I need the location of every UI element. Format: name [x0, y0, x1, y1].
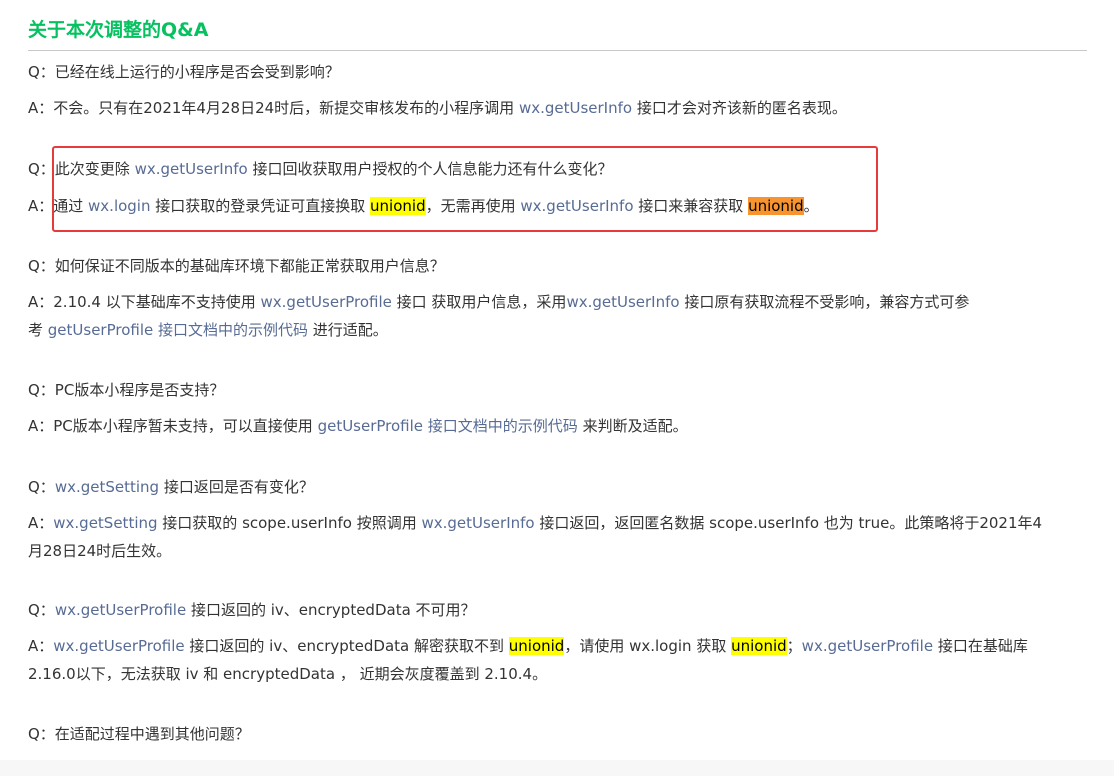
- answer-4: A：PC版本小程序暂未支持，可以直接使用 getUserProfile 接口文档…: [28, 415, 688, 437]
- getuserprofile-example-link[interactable]: getUserProfile 接口文档中的示例代码: [48, 321, 308, 339]
- answer-5-line-2: 月28日24时后生效。: [28, 542, 172, 560]
- answer-5-text: A：: [28, 514, 54, 532]
- question-5-text: Q：: [28, 478, 55, 496]
- question-6-text: Q：: [28, 601, 55, 619]
- answer-6-line-2: 2.16.0以下，无法获取 iv 和 encryptedData ， 近期会灰度…: [28, 665, 548, 683]
- answer-4-text: 来判断及适配。: [577, 417, 688, 435]
- wx-getuserinfo-link[interactable]: wx.getUserInfo: [519, 99, 632, 117]
- question-6-text: 接口返回的 iv、encryptedData 不可用？: [186, 601, 476, 619]
- answer-5-text: 接口返回，返回匿名数据 scope.userInfo 也为 true。此策略将于…: [534, 514, 1043, 532]
- answer-3-text: 考: [28, 321, 48, 339]
- wx-getsetting-link[interactable]: wx.getSetting: [55, 478, 159, 496]
- wx-getsetting-link[interactable]: wx.getSetting: [53, 514, 157, 532]
- answer-1: A：不会。只有在2021年4月28日24时后，新提交审核发布的小程序调用 wx.…: [28, 97, 847, 119]
- answer-1-text: A：不会。只有在2021年4月28日24时后，新提交审核发布的小程序调用: [28, 99, 519, 117]
- answer-5-text: 接口获取的 scope.userInfo 按照调用: [157, 514, 422, 532]
- answer-3-text: 进行适配。: [308, 321, 388, 339]
- answer-3-text: 接口 获取用户信息，采用: [391, 293, 567, 311]
- answer-1-text: 接口才会对齐该新的匿名表现。: [632, 99, 847, 117]
- unionid-highlight: unionid: [731, 637, 787, 655]
- question-3: Q：如何保证不同版本的基础库环境下都能正常获取用户信息？: [28, 257, 445, 275]
- answer-6-text: ；: [786, 637, 802, 655]
- unionid-highlight: unionid: [508, 637, 565, 655]
- getuserprofile-example-link[interactable]: getUserProfile 接口文档中的示例代码: [318, 417, 578, 435]
- wx-getuserprofile-link[interactable]: wx.getUserProfile: [53, 637, 184, 655]
- question-1: Q：已经在线上运行的小程序是否会受到影响？: [28, 63, 340, 81]
- answer-3-line-2: 考 getUserProfile 接口文档中的示例代码 进行适配。: [28, 319, 388, 341]
- wx-getuserprofile-link[interactable]: wx.getUserProfile: [261, 293, 392, 311]
- answer-3-text: A：2.10.4 以下基础库不支持使用: [28, 293, 261, 311]
- page-title: 关于本次调整的Q&A: [28, 19, 209, 41]
- question-6: Q：wx.getUserProfile 接口返回的 iv、encryptedDa…: [28, 599, 476, 621]
- wx-getuserinfo-link[interactable]: wx.getUserInfo: [566, 293, 679, 311]
- annotation-box: [52, 146, 878, 232]
- wx-getuserprofile-link[interactable]: wx.getUserProfile: [55, 601, 186, 619]
- answer-6-text: ，请使用 wx.login 获取: [564, 637, 732, 655]
- answer-3-line-1: A：2.10.4 以下基础库不支持使用 wx.getUserProfile 接口…: [28, 291, 969, 313]
- wx-getuserprofile-link[interactable]: wx.getUserProfile: [802, 637, 933, 655]
- page-bottom-strip: [0, 760, 1114, 776]
- title-divider: [28, 50, 1087, 51]
- question-7: Q：在适配过程中遇到其他问题？: [28, 725, 250, 743]
- question-4: Q：PC版本小程序是否支持？: [28, 381, 225, 399]
- answer-6-text: 接口返回的 iv、encryptedData 解密获取不到: [184, 637, 509, 655]
- answer-4-text: A：PC版本小程序暂未支持，可以直接使用: [28, 417, 318, 435]
- question-5-text: 接口返回是否有变化？: [159, 478, 314, 496]
- answer-6-text: A：: [28, 637, 54, 655]
- question-5: Q：wx.getSetting 接口返回是否有变化？: [28, 476, 314, 498]
- answer-6-line-1: A：wx.getUserProfile 接口返回的 iv、encryptedDa…: [28, 635, 1028, 657]
- answer-5-line-1: A：wx.getSetting 接口获取的 scope.userInfo 按照调…: [28, 512, 1042, 534]
- answer-3-text: 接口原有获取流程不受影响，兼容方式可参: [679, 293, 970, 311]
- wx-getuserinfo-link[interactable]: wx.getUserInfo: [421, 514, 534, 532]
- answer-6-text: 接口在基础库: [933, 637, 1028, 655]
